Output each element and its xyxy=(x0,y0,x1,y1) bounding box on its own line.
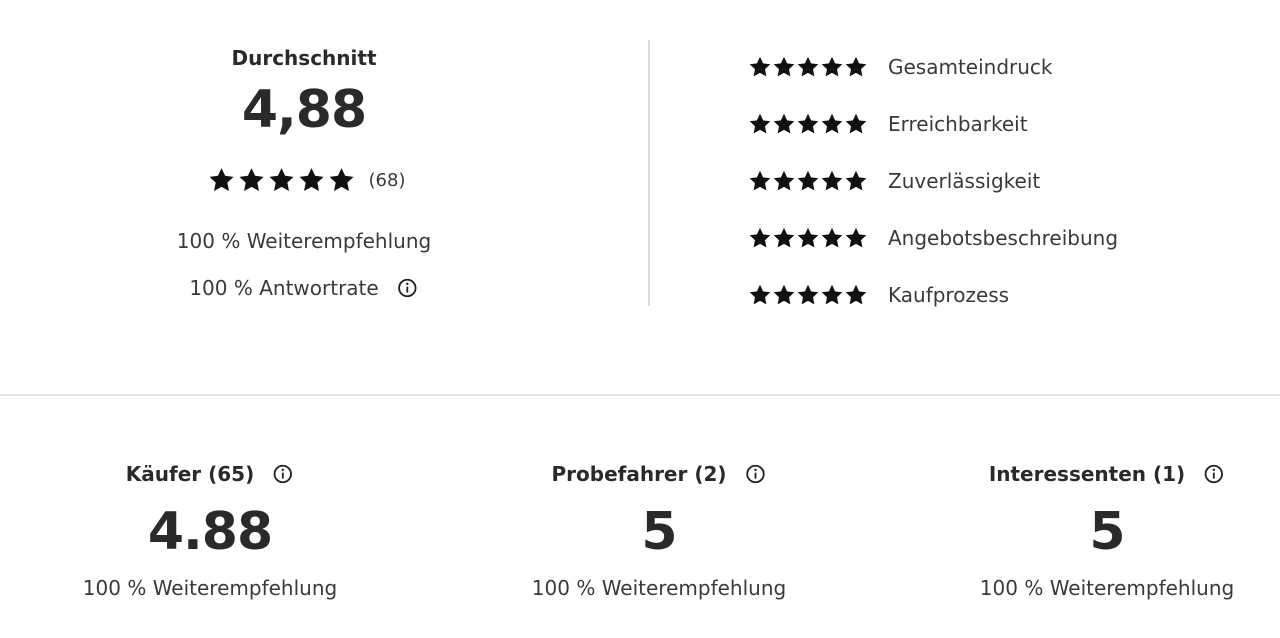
star-icon xyxy=(845,113,867,134)
category-label: Kaufprozess xyxy=(888,283,1010,307)
vertical-divider xyxy=(648,40,650,306)
star-icon xyxy=(845,227,867,248)
star-icon xyxy=(269,168,294,191)
category-label: Gesamteindruck xyxy=(888,55,1053,79)
star-icon xyxy=(845,56,867,77)
star-icon xyxy=(797,227,819,248)
group-testdrivers-header: Probefahrer (2) xyxy=(551,462,766,486)
star-icon xyxy=(821,170,843,191)
star-icon xyxy=(749,113,771,134)
category-stars xyxy=(748,169,868,193)
star-icon xyxy=(773,227,795,248)
response-rate-row: 100 % Antwortrate xyxy=(189,276,418,300)
star-icon xyxy=(749,284,771,305)
star-icon xyxy=(845,284,867,305)
category-row: Angebotsbeschreibung xyxy=(748,223,1118,253)
category-stars xyxy=(748,55,868,79)
horizontal-divider xyxy=(0,394,1280,396)
summary-stars xyxy=(207,166,357,194)
category-label: Erreichbarkeit xyxy=(888,112,1028,136)
category-label: Angebotsbeschreibung xyxy=(888,226,1119,250)
star-icon xyxy=(773,113,795,134)
group-buyers-header: Käufer (65) xyxy=(126,462,294,486)
average-score: 4,88 xyxy=(241,80,367,140)
summary-rating: (68) xyxy=(207,166,406,194)
star-icon xyxy=(821,56,843,77)
category-row: Erreichbarkeit xyxy=(748,109,1028,139)
group-recommendation: 100 % Weiterempfehlung xyxy=(82,576,338,600)
review-count: (68) xyxy=(368,169,406,191)
star-icon xyxy=(239,168,264,191)
star-icon xyxy=(821,113,843,134)
response-rate: 100 % Antwortrate xyxy=(189,276,379,300)
category-stars xyxy=(748,112,868,136)
star-icon xyxy=(821,284,843,305)
star-icon xyxy=(299,168,324,191)
star-icon xyxy=(797,170,819,191)
group-score: 5 xyxy=(641,502,677,562)
star-icon xyxy=(749,56,771,77)
star-icon xyxy=(749,227,771,248)
info-circle-icon[interactable] xyxy=(745,463,767,485)
category-stars xyxy=(748,226,868,250)
star-icon xyxy=(329,168,354,191)
star-icon xyxy=(773,56,795,77)
star-icon xyxy=(821,227,843,248)
summary-recommendation: 100 % Weiterempfehlung xyxy=(176,229,432,253)
group-recommendation: 100 % Weiterempfehlung xyxy=(979,576,1235,600)
group-title: Probefahrer (2) xyxy=(551,462,727,486)
group-score: 5 xyxy=(1089,502,1125,562)
star-icon xyxy=(749,170,771,191)
category-row: Kaufprozess xyxy=(748,280,1009,310)
info-circle-icon[interactable] xyxy=(397,277,419,299)
group-title: Käufer (65) xyxy=(125,462,255,486)
group-recommendation: 100 % Weiterempfehlung xyxy=(531,576,787,600)
group-score: 4.88 xyxy=(147,502,273,562)
group-interested-header: Interessenten (1) xyxy=(989,462,1225,486)
info-circle-icon[interactable] xyxy=(1203,463,1225,485)
star-icon xyxy=(797,56,819,77)
star-icon xyxy=(773,284,795,305)
category-row: Zuverlässigkeit xyxy=(748,166,1040,196)
star-icon xyxy=(797,284,819,305)
category-row: Gesamteindruck xyxy=(748,52,1053,82)
group-title: Interessenten (1) xyxy=(988,462,1186,486)
star-icon xyxy=(773,170,795,191)
star-icon xyxy=(845,170,867,191)
summary-title: Durchschnitt xyxy=(231,46,377,70)
category-stars xyxy=(748,283,868,307)
star-icon xyxy=(209,168,234,191)
info-circle-icon[interactable] xyxy=(272,463,294,485)
star-icon xyxy=(797,113,819,134)
category-label: Zuverlässigkeit xyxy=(888,169,1041,193)
